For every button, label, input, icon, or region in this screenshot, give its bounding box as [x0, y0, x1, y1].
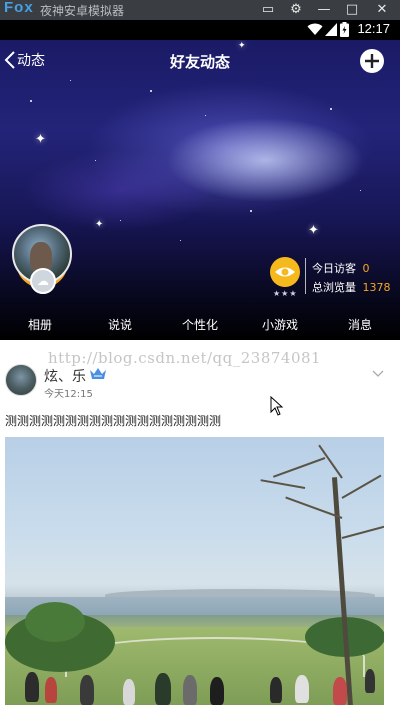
page-title: 好友动态 [169, 53, 230, 71]
add-button[interactable] [360, 49, 384, 73]
level-badge: ☁ [30, 268, 56, 294]
plus-icon [365, 54, 379, 68]
visitor-rating: ★★★ [273, 289, 298, 298]
photo-person [365, 669, 375, 693]
tab-messages[interactable]: 消息 [320, 310, 400, 340]
photo-tree [25, 602, 85, 642]
watermark: http://blog.csdn.net/qq_23874081 [48, 349, 322, 367]
photo-branch [341, 474, 382, 499]
star [250, 210, 252, 212]
total-views: 总浏览量 1378 [312, 279, 391, 295]
sparkle-icon: ✦ [35, 132, 46, 147]
divider [305, 258, 306, 294]
photo-person [270, 677, 282, 703]
post-photo[interactable] [5, 437, 384, 705]
photo-branch [341, 524, 384, 539]
profile-header: ✦ ✦ ✦ ✦ 动态 好友动态 ☁ ★★★ 今日访客 0 总浏览量 1378 相… [0, 40, 400, 340]
eye-icon [275, 267, 295, 277]
post-time: 今天12:15 [44, 389, 93, 400]
star [205, 115, 206, 116]
post-text: 测测测测测测测测测测测测测测测测测测 [5, 414, 222, 428]
sparkle-icon: ✦ [308, 223, 319, 238]
star [180, 240, 181, 241]
emulator-title-bar: Fox 夜神安卓模拟器 ▭ ⚙ — □ ✕ [0, 0, 400, 20]
wifi-icon [307, 23, 323, 35]
photo-person [155, 673, 171, 705]
tab-games[interactable]: 小游戏 [240, 310, 320, 340]
tab-shuoshuo[interactable]: 说说 [80, 310, 160, 340]
photo-person [80, 675, 94, 705]
vip-crown-icon [90, 368, 106, 379]
photo-person [123, 679, 135, 705]
sparkle-icon: ✦ [95, 219, 104, 230]
app-screen: Fox 夜神安卓模拟器 ▭ ⚙ — □ ✕ 12:17 ✦ ✦ ✦ ✦ 动态 好… [0, 0, 400, 705]
status-bar: 12:17 [0, 20, 400, 40]
star [120, 220, 121, 221]
visitor-eye-button[interactable] [270, 257, 300, 287]
feed: 炫、乐 今天12:15 http://blog.csdn.net/qq_2387… [0, 340, 400, 705]
profile-tab-bar: 相册 说说 个性化 小游戏 消息 [0, 310, 400, 340]
star [150, 90, 152, 92]
total-views-value: 1378 [362, 281, 391, 294]
tab-personalize[interactable]: 个性化 [160, 310, 240, 340]
photo-branch [260, 479, 306, 489]
photo-person [295, 675, 309, 703]
photo-person [210, 677, 224, 705]
minimize-icon[interactable]: — [314, 0, 334, 20]
chevron-down-icon[interactable] [372, 367, 384, 379]
total-views-label: 总浏览量 [312, 281, 356, 294]
mouse-cursor-icon [270, 396, 284, 416]
photo-person [333, 677, 347, 705]
post-username[interactable]: 炫、乐 [44, 366, 86, 386]
star [330, 108, 332, 110]
signal-icon [325, 23, 337, 36]
photo-branch [318, 444, 343, 479]
close-icon[interactable]: ✕ [372, 0, 392, 20]
post-avatar[interactable] [5, 364, 37, 396]
visitors-today-label: 今日访客 [312, 262, 356, 275]
photo-person [183, 675, 197, 705]
tab-album[interactable]: 相册 [0, 310, 80, 340]
cloud-icon: ☁ [37, 274, 49, 288]
top-navigation: 动态 好友动态 [0, 40, 400, 82]
emulator-title: 夜神安卓模拟器 [40, 4, 125, 18]
maximize-icon[interactable]: □ [342, 0, 362, 20]
settings-icon[interactable]: ⚙ [286, 0, 306, 20]
emulator-logo: Fox [4, 0, 34, 16]
screen-icon[interactable]: ▭ [258, 0, 278, 20]
photo-person [25, 672, 39, 702]
photo-person [45, 677, 57, 703]
star [360, 190, 361, 191]
star [30, 100, 32, 102]
star [95, 160, 96, 161]
visitors-today: 今日访客 0 [312, 260, 370, 276]
photo-branch [272, 457, 326, 478]
status-time: 12:17 [357, 21, 390, 36]
battery-icon [340, 22, 349, 37]
visitors-today-value: 0 [362, 262, 370, 275]
